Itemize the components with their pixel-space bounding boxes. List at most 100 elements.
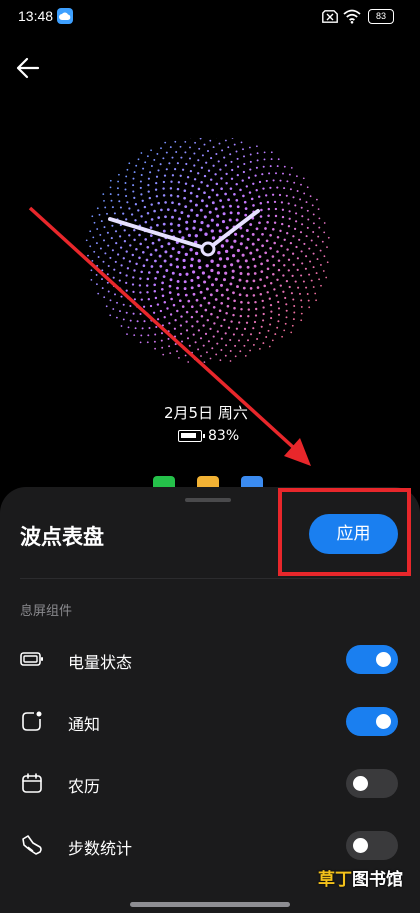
watchface-dot (260, 325, 263, 328)
watchface-dot (292, 235, 295, 238)
setting-row-notification[interactable]: 通知 (0, 690, 420, 752)
shoe-icon (22, 835, 42, 855)
watchface-dot (170, 180, 173, 183)
toggle-lunar[interactable] (346, 769, 398, 798)
setting-row-lunar[interactable]: 农历 (0, 752, 420, 814)
watchface-dot (247, 176, 251, 179)
watchface-dot (289, 241, 293, 245)
watchface-dot (162, 194, 166, 197)
watchface-dot (284, 296, 287, 300)
toggle-steps[interactable] (346, 831, 398, 860)
watchface-dot (301, 223, 304, 226)
watchface-dot (203, 174, 207, 178)
watchface-dot (150, 265, 154, 268)
toggle-battery[interactable] (346, 645, 398, 674)
watchface-dot (245, 185, 249, 188)
watchface-dot (261, 232, 264, 236)
watchface-dot (119, 246, 123, 249)
wifi-icon (343, 9, 361, 24)
watchface-dot (171, 201, 174, 205)
watchface-dot (101, 287, 104, 290)
watchface-dot (162, 157, 165, 160)
watchface-dot (271, 255, 275, 258)
watchface-dot (149, 171, 152, 174)
watchface-dot (131, 283, 135, 286)
watchface-dot (147, 190, 150, 193)
watchface-dot (255, 166, 258, 169)
watchface-dot (225, 344, 228, 347)
watchface-dot (283, 238, 286, 241)
watchface-dot (136, 320, 139, 323)
watchface-dot (190, 315, 194, 319)
watchface-dot (97, 256, 100, 258)
sheet-drag-handle[interactable] (185, 498, 231, 502)
watchface-dot (119, 271, 122, 274)
watchface-dot (168, 284, 172, 288)
watchface-dot (309, 260, 312, 263)
watchface-dot (125, 281, 128, 285)
setting-row-battery[interactable]: 电量状态 (0, 628, 420, 690)
watchface-dot (249, 223, 253, 226)
watchface-dot (173, 335, 177, 338)
watchface-dot (98, 213, 101, 216)
watchface-dot (137, 158, 140, 161)
watchface-dot (160, 147, 162, 150)
watchface-dot (146, 341, 149, 344)
back-button[interactable] (10, 52, 46, 84)
watchface-dot (111, 206, 114, 209)
watchface-dot (244, 259, 248, 263)
watchface-dot (169, 278, 173, 282)
watchface-dot (265, 336, 268, 338)
watchface-dot (201, 271, 205, 275)
watchface-dot (264, 251, 268, 255)
watchface-dot (158, 254, 162, 258)
watchface-dot (210, 218, 214, 222)
watchface-dot (315, 244, 318, 247)
watchface-dot (307, 299, 310, 302)
watchface-dot (152, 311, 156, 314)
watchface-dot (255, 248, 259, 252)
watchface-dot (256, 145, 258, 148)
watchface-dot (239, 272, 243, 275)
watchface-dot (197, 159, 200, 162)
watchface-dot (282, 254, 285, 257)
watchface-dot (134, 327, 137, 330)
watchface-dot (232, 333, 235, 336)
watchface-dot (276, 326, 279, 329)
watchface-dot (126, 267, 130, 270)
watchface-dot (226, 297, 230, 300)
watchface-dot (162, 222, 166, 226)
watchface-dot (276, 186, 279, 189)
watchface-dot (103, 199, 105, 202)
watchface-dot (300, 305, 303, 308)
watchface-dot (208, 210, 212, 214)
watchface-dot (140, 298, 143, 301)
watchface-dot (269, 282, 273, 285)
home-indicator[interactable] (130, 902, 290, 907)
watchface-dot (204, 308, 208, 312)
watchface-dot (327, 236, 330, 239)
watchface-dot (195, 213, 199, 217)
watchface-dot (164, 250, 168, 254)
toggle-notification[interactable] (346, 707, 398, 736)
watchface-dot (237, 339, 241, 342)
watchface-dot (124, 188, 127, 191)
watchface-dot (274, 333, 277, 336)
watchface-dot (302, 280, 305, 283)
cloud-icon (57, 8, 73, 24)
watchface-dot (253, 264, 257, 268)
watchface-dot (247, 315, 250, 318)
watchface-dot (244, 207, 248, 210)
watchface-dot (136, 305, 139, 308)
watchface-dot (306, 293, 309, 295)
watchface-dot (202, 344, 205, 347)
watchface-dot (168, 322, 171, 325)
watchface-dot (225, 257, 230, 261)
watchface-dot (123, 240, 127, 243)
watchface-dot (147, 184, 150, 187)
watchface-dot (229, 153, 232, 156)
watchface-dot (182, 265, 186, 269)
watchface-dot (178, 299, 182, 303)
watchface-dot (146, 212, 150, 215)
watchface-dot (126, 201, 129, 204)
